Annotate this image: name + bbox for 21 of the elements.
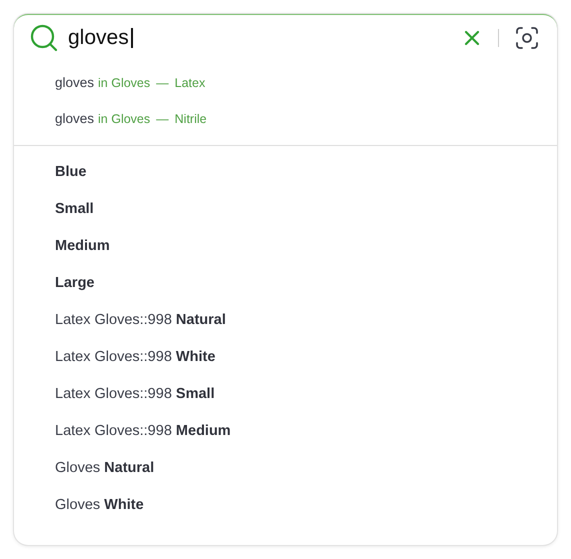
suggestion-item[interactable]: Large [14,265,557,302]
search-field[interactable]: gloves [68,26,131,50]
suggestion-item[interactable]: Latex Gloves::998 White [14,339,557,376]
search-icon [30,24,58,52]
suggestion-item[interactable]: Latex Gloves::998 Natural [14,302,557,339]
scoped-suggestion[interactable]: gloves in Gloves — Nitrile [14,101,557,137]
suggestion-item[interactable]: Medium [14,228,557,265]
suggestion-scope: in Gloves — Latex [98,75,206,90]
suggestion-query: gloves [55,75,94,90]
text-cursor [131,28,132,48]
suggestion-item[interactable]: Gloves White [14,487,557,524]
scoped-suggestion[interactable]: gloves in Gloves — Latex [14,65,557,101]
suggestion-item[interactable]: Blue [14,154,557,191]
suggestion-scope: in Gloves — Nitrile [98,111,207,126]
suggestion-item[interactable]: Latex Gloves::998 Medium [14,413,557,450]
suggestion-item[interactable]: Small [14,191,557,228]
clear-button[interactable] [462,28,482,48]
camera-search-button[interactable] [515,26,539,50]
suggestion-query: gloves [55,111,94,126]
suggestion-item[interactable]: Gloves Natural [14,450,557,487]
suggestion-item[interactable]: Latex Gloves::998 Small [14,376,557,413]
